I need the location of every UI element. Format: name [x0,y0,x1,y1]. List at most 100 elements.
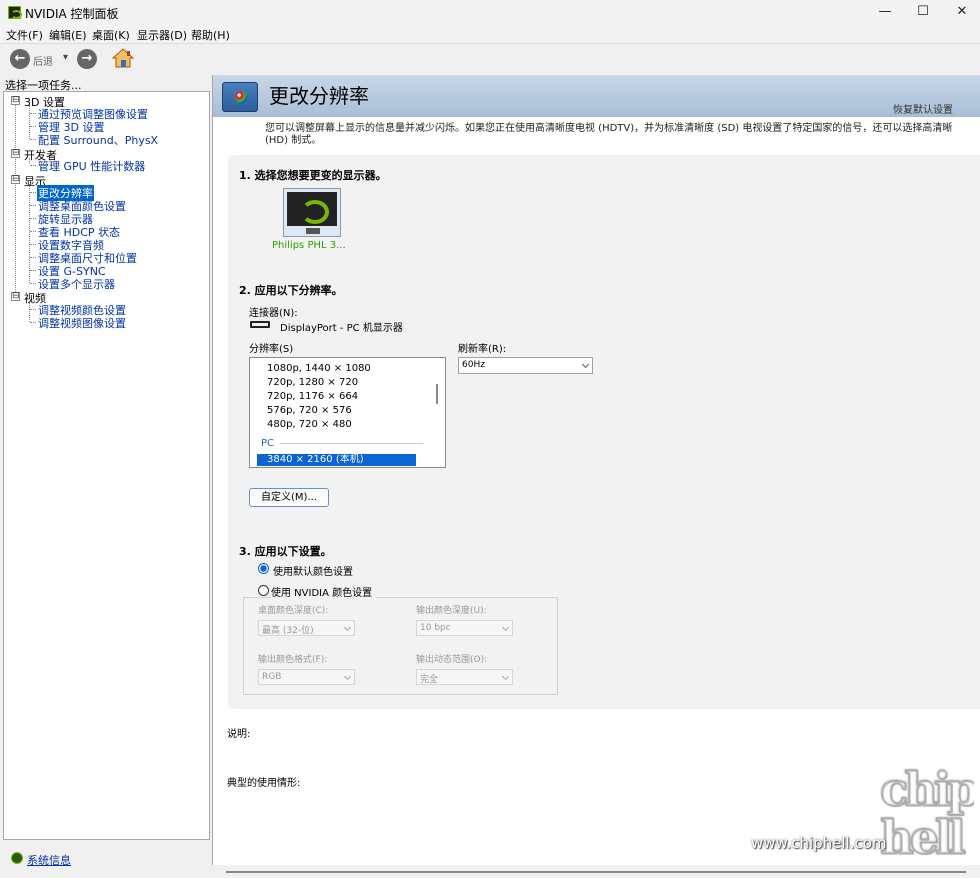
tree-line [30,270,36,271]
page-title: 更改分辨率 [269,84,369,108]
back-history-dropdown-icon[interactable]: ▾ [63,52,68,63]
back-arrow-icon[interactable]: ← [10,49,30,69]
usage-label: 典型的使用情形: [227,778,301,789]
step2-title: 2. 应用以下分辨率。 [239,284,343,297]
tree-item-video-image[interactable]: 调整视频图像设置 [38,315,126,331]
output-color-format-select: RGB [258,669,355,685]
chevron-down-icon [501,672,510,681]
window-title: NVIDIA 控制面板 [25,7,119,21]
collapse-3d-icon[interactable]: ⊟ [11,96,20,105]
chevron-down-icon [501,623,510,632]
monitor-name[interactable]: Philips PHL 3... [272,240,346,251]
step1-title: 1. 选择您想要更变的显示器。 [239,169,387,182]
close-button[interactable]: ✕ [940,0,980,24]
nvidia-color-label[interactable]: 使用 NVIDIA 颜色设置 [271,584,377,599]
customize-button[interactable]: 自定义(M)... [249,488,329,507]
nvidia-logo-icon [8,6,22,19]
toolbar [0,43,980,74]
monitor-stand [306,228,320,234]
watermark-url: www.chiphell.com [751,834,887,852]
menu-edit[interactable]: 编辑(E) [49,27,87,43]
resolution-option[interactable]: 720p, 1176 × 664 [267,391,358,402]
resolution-option[interactable]: 720p, 1280 × 720 [267,377,358,388]
default-color-radio[interactable] [258,563,269,574]
tree-line [30,205,36,206]
resolution-group-label: PC [261,438,275,449]
group-divider [280,443,423,444]
tree-line [30,309,36,310]
tree-line [15,105,16,298]
forward-arrow-icon[interactable]: → [77,49,97,69]
output-color-format-label: 输出颜色格式(F): [258,655,328,665]
tree-item-multiple-displays[interactable]: 设置多个显示器 [38,276,115,292]
refresh-rate-value: 60Hz [462,360,485,370]
display-settings-icon [222,82,258,112]
tree-line [30,231,36,232]
tree-line [30,165,36,166]
home-icon[interactable] [111,48,135,68]
tree-line [30,322,36,323]
description-label: 说明: [227,729,251,740]
collapse-video-icon[interactable]: ⊟ [11,292,20,301]
back-button-label[interactable]: 后退 [33,53,53,68]
refresh-rate-select[interactable]: 60Hz [458,357,593,374]
output-dynamic-range-value: 完全 [420,675,439,685]
menu-display[interactable]: 显示器(D) [137,27,187,43]
output-color-depth-select: 10 bpc [416,620,513,636]
output-color-format-value: RGB [262,672,282,682]
resolution-list[interactable]: 1080p, 1440 × 1080 720p, 1280 × 720 720p… [249,357,446,468]
step3-title: 3. 应用以下设置。 [239,545,332,558]
tree-line [30,126,36,127]
tree-line [30,244,36,245]
tree-line [30,113,36,114]
output-color-depth-label: 输出颜色深度(U): [416,606,487,616]
tree-line [30,192,36,193]
resolution-scrollbar[interactable] [436,384,438,404]
tree-line [29,184,30,283]
default-color-label[interactable]: 使用默认颜色设置 [273,563,353,578]
displayport-icon [250,321,270,328]
nvidia-color-radio[interactable] [258,585,269,596]
tree-item-gpu-counters[interactable]: 管理 GPU 性能计数器 [38,158,145,174]
connector-value: DisplayPort - PC 机显示器 [280,323,403,334]
menu-bar: 文件(F) 编辑(E) 桌面(K) 显示器(D) 帮助(H) [0,24,980,43]
page-description: 您可以调整屏幕上显示的信息量并减少闪烁。如果您正在使用高清晰度电视 (HDTV)… [265,123,953,146]
chevron-down-icon [343,672,352,681]
desktop-color-depth-value: 最高 (32-位) [262,626,314,636]
resolution-option[interactable]: 1080p, 1440 × 1080 [267,363,371,374]
collapse-developer-icon[interactable]: ⊟ [11,149,20,158]
resolution-option[interactable]: 480p, 720 × 480 [267,419,352,430]
output-dynamic-range-select: 完全 [416,669,513,685]
resolution-option[interactable]: 576p, 720 × 576 [267,405,352,416]
desktop-color-depth-label: 桌面颜色深度(C): [258,606,329,616]
desktop-color-depth-select: 最高 (32-位) [258,620,355,636]
tree-line [30,218,36,219]
tree-line [30,139,36,140]
system-info-link[interactable]: 系统信息 [27,852,71,868]
menu-file[interactable]: 文件(F) [6,27,43,43]
tree-line [30,283,36,284]
chevron-down-icon [581,360,590,369]
chevron-down-icon [343,623,352,632]
menu-help[interactable]: 帮助(H) [191,27,230,43]
title-bar [0,0,980,24]
monitor-icon [287,192,337,226]
watermark-logo: chip hell [880,762,980,865]
scrollbar-thumb[interactable] [226,871,966,873]
output-dynamic-range-label: 输出动态范围(O): [416,655,488,665]
resolution-label: 分辨率(S) [249,344,294,355]
svg-text:chip: chip [880,763,974,816]
restore-defaults-link[interactable]: 恢复默认设置 [893,101,953,116]
maximize-button[interactable]: ☐ [901,0,945,24]
resolution-option-selected[interactable]: 3840 × 2160 (本机) [257,454,416,466]
connector-label: 连接器(N): [249,308,298,319]
system-info-icon[interactable] [11,852,23,864]
collapse-display-icon[interactable]: ⊟ [11,175,20,184]
tree-item-configure-surround-physx[interactable]: 配置 Surround、PhysX [38,132,158,148]
refresh-rate-label: 刷新率(R): [458,344,507,355]
tree-line [30,257,36,258]
svg-text:hell: hell [880,810,965,859]
output-color-depth-value: 10 bpc [420,623,451,633]
menu-desktop[interactable]: 桌面(K) [92,27,130,43]
tree-line [29,105,30,139]
